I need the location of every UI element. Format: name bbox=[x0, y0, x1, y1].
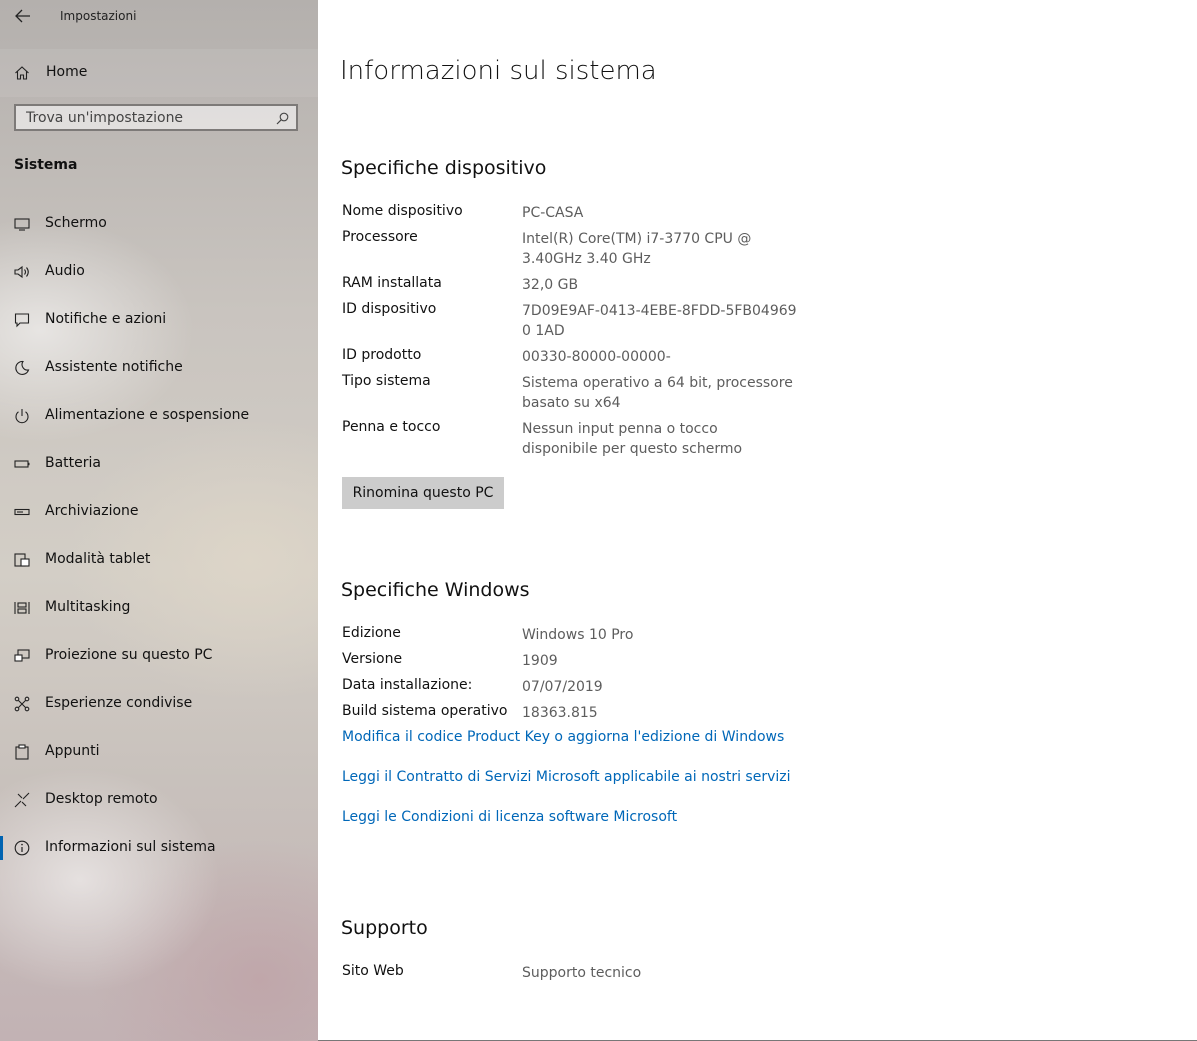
spec-key: Processore bbox=[342, 229, 418, 245]
home-label: Home bbox=[46, 64, 88, 80]
sidebar-item-label: Modalità tablet bbox=[45, 551, 151, 567]
sidebar-item-batteria[interactable]: Batteria bbox=[0, 440, 318, 488]
home-button[interactable]: Home bbox=[0, 49, 318, 97]
rename-pc-button[interactable]: Rinomina questo PC bbox=[342, 477, 504, 509]
sidebar-item-label: Schermo bbox=[45, 215, 107, 231]
sidebar-item-label: Desktop remoto bbox=[45, 791, 158, 807]
change-product-key-link[interactable]: Modifica il codice Product Key o aggiorn… bbox=[342, 729, 784, 745]
spec-key: Penna e tocco bbox=[342, 419, 441, 435]
sidebar-item-audio[interactable]: Audio bbox=[0, 248, 318, 296]
battery-icon bbox=[14, 460, 30, 468]
search-box bbox=[14, 104, 298, 131]
support-heading: Supporto bbox=[341, 917, 428, 939]
spec-value: Intel(R) Core(TM) i7-3770 CPU @ 3.40GHz … bbox=[522, 231, 752, 267]
title-bar: Impostazioni bbox=[0, 0, 318, 32]
sidebar-item-label: Archiviazione bbox=[45, 503, 139, 519]
spec-key: Data installazione: bbox=[342, 677, 473, 693]
search-input[interactable] bbox=[16, 106, 276, 129]
projection-icon bbox=[14, 649, 30, 662]
spec-key: Nome dispositivo bbox=[342, 203, 463, 219]
support-link[interactable]: Supporto tecnico bbox=[522, 963, 797, 983]
spec-value: 7D09E9AF-0413-4EBE-8FDD-5FB049690 1AD bbox=[522, 303, 797, 339]
sidebar-nav: Schermo Audio Notifiche e azioni Assiste… bbox=[0, 200, 318, 872]
home-icon bbox=[15, 66, 29, 80]
shared-experiences-icon bbox=[14, 696, 30, 712]
spec-key: RAM installata bbox=[342, 275, 442, 291]
main-content: Informazioni sul sistema Specifiche disp… bbox=[318, 0, 1197, 1041]
tablet-mode-icon bbox=[14, 553, 30, 567]
sidebar: Impostazioni Home Sistema Schermo Audio … bbox=[0, 0, 318, 1041]
multitasking-icon bbox=[14, 602, 30, 614]
sidebar-item-informazioni-sistema[interactable]: Informazioni sul sistema bbox=[0, 824, 318, 872]
sidebar-item-notifiche[interactable]: Notifiche e azioni bbox=[0, 296, 318, 344]
spec-key: ID prodotto bbox=[342, 347, 422, 363]
search-icon[interactable] bbox=[276, 112, 289, 125]
sidebar-item-proiezione[interactable]: Proiezione su questo PC bbox=[0, 632, 318, 680]
info-icon bbox=[14, 840, 30, 856]
sidebar-item-label: Esperienze condivise bbox=[45, 695, 193, 711]
clipboard-icon bbox=[15, 744, 29, 760]
spec-key: ID dispositivo bbox=[342, 301, 437, 317]
sidebar-item-esperienze-condivise[interactable]: Esperienze condivise bbox=[0, 680, 318, 728]
sidebar-item-assistente-notifiche[interactable]: Assistente notifiche bbox=[0, 344, 318, 392]
spec-value: Nessun input penna o tocco disponibile p… bbox=[522, 421, 743, 457]
sidebar-item-modalita-tablet[interactable]: Modalità tablet bbox=[0, 536, 318, 584]
spec-value: 18363.815 bbox=[522, 705, 598, 721]
storage-icon bbox=[14, 508, 30, 516]
page-title: Informazioni sul sistema bbox=[340, 56, 657, 86]
back-arrow-icon bbox=[15, 9, 30, 23]
sidebar-item-appunti[interactable]: Appunti bbox=[0, 728, 318, 776]
spec-value: 32,0 GB bbox=[522, 277, 579, 293]
spec-key: Edizione bbox=[342, 625, 401, 641]
app-title: Impostazioni bbox=[60, 9, 137, 23]
spec-value: 07/07/2019 bbox=[522, 679, 603, 695]
sidebar-item-label: Assistente notifiche bbox=[45, 359, 183, 375]
license-terms-link[interactable]: Leggi le Condizioni di licenza software … bbox=[342, 809, 677, 825]
sidebar-item-label: Alimentazione e sospensione bbox=[45, 407, 250, 423]
speaker-icon bbox=[14, 265, 29, 279]
sidebar-item-label: Appunti bbox=[45, 743, 100, 759]
services-agreement-link[interactable]: Leggi il Contratto di Servizi Microsoft … bbox=[342, 769, 791, 785]
sidebar-item-label: Informazioni sul sistema bbox=[45, 839, 216, 855]
sidebar-item-label: Notifiche e azioni bbox=[45, 311, 167, 327]
device-specs-heading: Specifiche dispositivo bbox=[341, 157, 547, 179]
spec-key: Tipo sistema bbox=[342, 373, 431, 389]
sidebar-item-label: Audio bbox=[45, 263, 85, 279]
sidebar-item-label: Batteria bbox=[45, 455, 101, 471]
notification-icon bbox=[14, 313, 30, 328]
monitor-icon bbox=[14, 218, 30, 231]
spec-value: 00330-80000-00000- bbox=[522, 349, 671, 365]
spec-value: PC-CASA bbox=[522, 205, 584, 221]
spec-key: Build sistema operativo bbox=[342, 703, 508, 719]
spec-key: Versione bbox=[342, 651, 403, 667]
spec-value: Windows 10 Pro bbox=[522, 627, 634, 643]
sidebar-item-label: Multitasking bbox=[45, 599, 131, 615]
sidebar-item-alimentazione[interactable]: Alimentazione e sospensione bbox=[0, 392, 318, 440]
support-key: Sito Web bbox=[342, 963, 404, 979]
power-icon bbox=[15, 409, 29, 424]
spec-value: Sistema operativo a 64 bit, processore b… bbox=[522, 375, 793, 411]
sidebar-item-desktop-remoto[interactable]: Desktop remoto bbox=[0, 776, 318, 824]
sidebar-item-archiviazione[interactable]: Archiviazione bbox=[0, 488, 318, 536]
remote-desktop-icon bbox=[14, 792, 30, 808]
moon-icon bbox=[15, 360, 30, 376]
back-button[interactable] bbox=[8, 4, 38, 28]
windows-specs-heading: Specifiche Windows bbox=[341, 579, 530, 601]
section-heading: Sistema bbox=[14, 157, 78, 173]
sidebar-item-label: Proiezione su questo PC bbox=[45, 647, 213, 663]
sidebar-item-schermo[interactable]: Schermo bbox=[0, 200, 318, 248]
spec-value: 1909 bbox=[522, 653, 558, 669]
sidebar-item-multitasking[interactable]: Multitasking bbox=[0, 584, 318, 632]
